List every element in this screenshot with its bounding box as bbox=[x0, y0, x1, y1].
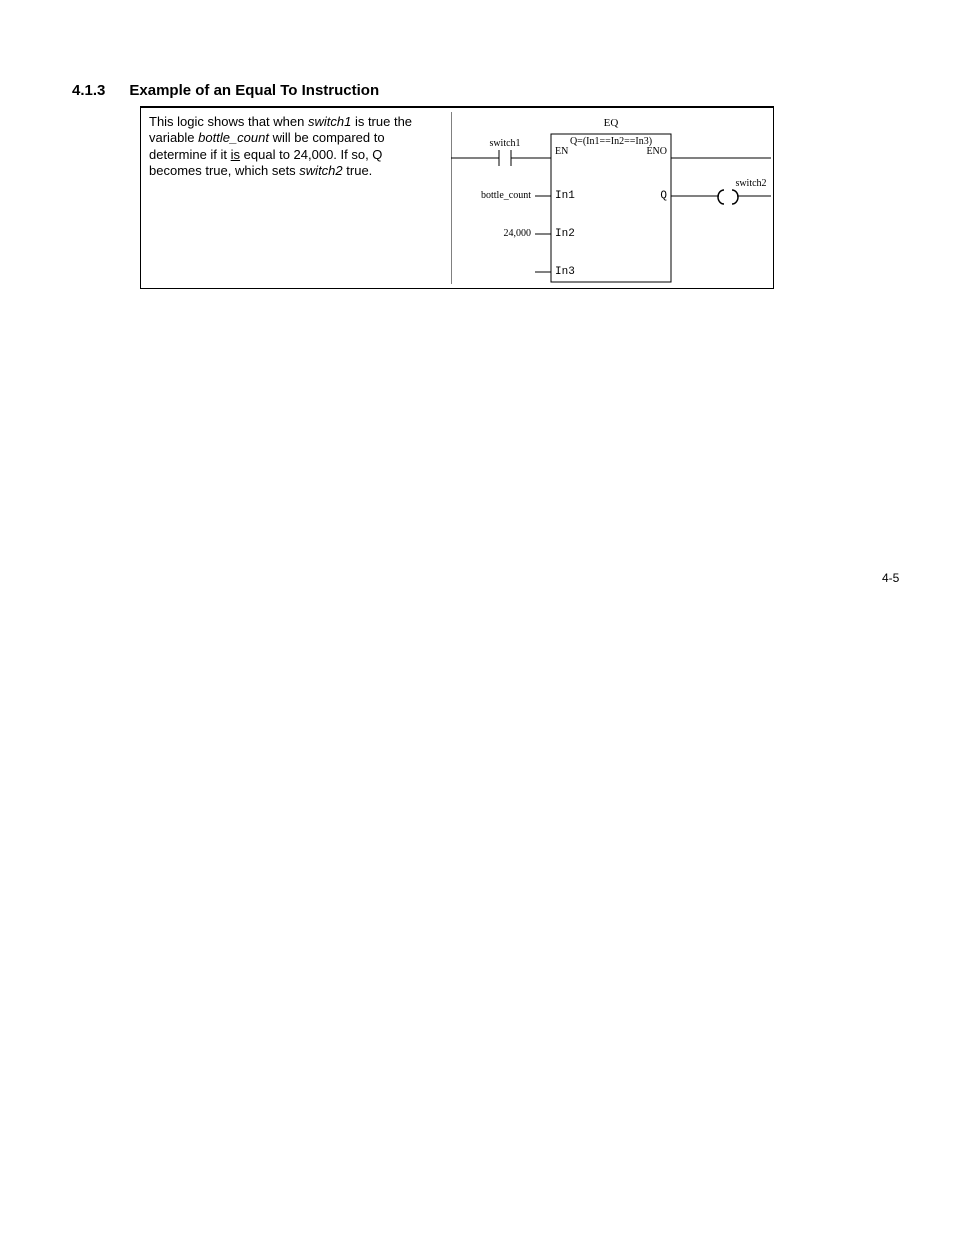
desc-switch2: switch2 bbox=[299, 163, 342, 178]
switch2-label: switch2 bbox=[735, 178, 766, 189]
desc-is: is bbox=[231, 147, 240, 162]
bottle-count-label: bottle_count bbox=[481, 190, 531, 201]
q-label: Q bbox=[660, 190, 667, 202]
block-title: EQ bbox=[604, 117, 619, 129]
in1-label: In1 bbox=[555, 190, 575, 202]
in3-label: In3 bbox=[555, 266, 575, 278]
desc-text: true. bbox=[343, 163, 373, 178]
example-description: This logic shows that when switch1 is tr… bbox=[149, 114, 435, 179]
in2-label: In2 bbox=[555, 228, 575, 240]
section-title: Example of an Equal To Instruction bbox=[129, 82, 379, 99]
page-number: 4-5 bbox=[882, 571, 899, 585]
en-label: EN bbox=[555, 146, 568, 157]
value-24000: 24,000 bbox=[504, 228, 532, 239]
eno-label: ENO bbox=[646, 146, 667, 157]
switch1-label: switch1 bbox=[489, 138, 520, 149]
desc-switch1: switch1 bbox=[308, 114, 351, 129]
section-heading: 4.1.3 Example of an Equal To Instruction bbox=[72, 82, 379, 99]
section-number: 4.1.3 bbox=[72, 82, 105, 99]
desc-bottle-count: bottle_count bbox=[198, 130, 269, 145]
ladder-diagram: EQ Q=(In1==In2==In3) EN ENO switch1 In1 … bbox=[451, 110, 771, 286]
block-expr: Q=(In1==In2==In3) bbox=[570, 136, 652, 147]
desc-text: This logic shows that when bbox=[149, 114, 308, 129]
example-box: This logic shows that when switch1 is tr… bbox=[140, 106, 774, 289]
